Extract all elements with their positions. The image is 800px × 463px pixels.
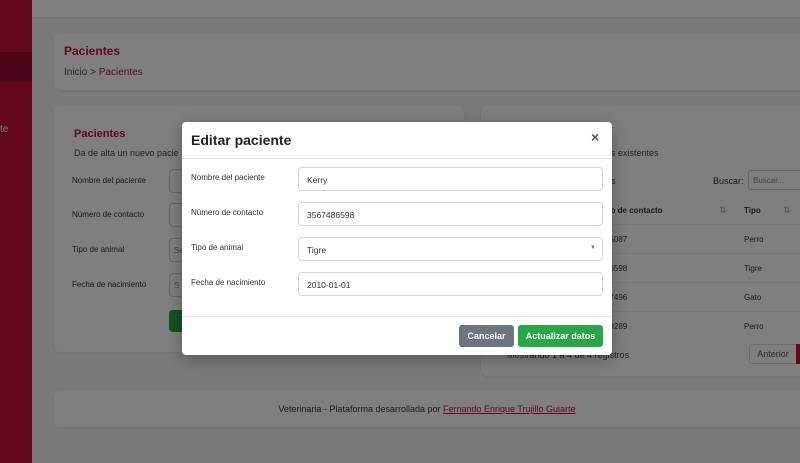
cancel-button[interactable]: Cancelar [459,325,514,347]
birth-date-input[interactable]: 2010-01-01 [298,272,603,296]
modal-title: Editar paciente [191,132,292,148]
animal-type-value: Tigre [307,245,327,255]
birth-date-label: Fecha de nacimiento [191,278,266,287]
modal-footer-divider [182,316,612,317]
patient-name-input[interactable]: Kerry [298,167,603,191]
edit-patient-modal: Editar paciente × Nombre del paciente Ke… [182,122,612,355]
modal-header: Editar paciente × [182,122,612,159]
patient-name-label: Nombre del paciente [191,173,265,182]
update-button[interactable]: Actualizar datos [518,325,603,347]
animal-type-label: Tipo de animal [191,243,244,252]
close-icon[interactable]: × [591,129,599,145]
contact-number-label: Número de contacto [191,208,264,217]
animal-type-select[interactable]: Tigre ▼ [298,237,603,261]
chevron-down-icon: ▼ [590,245,596,251]
contact-number-input[interactable]: 3567486598 [298,202,603,226]
